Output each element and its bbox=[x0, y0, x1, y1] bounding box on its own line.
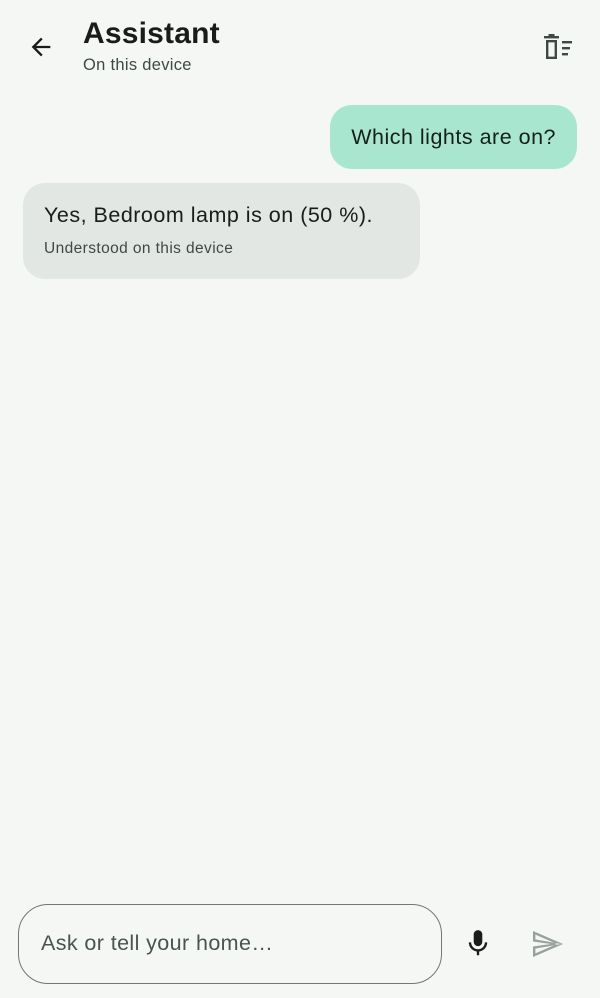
assistant-message-text: Yes, Bedroom lamp is on (50 %). bbox=[44, 203, 373, 227]
title-block: Assistant On this device bbox=[83, 16, 220, 76]
user-message-text: Which lights are on? bbox=[351, 124, 556, 149]
microphone-icon bbox=[468, 930, 488, 956]
user-message-bubble: Which lights are on? bbox=[330, 105, 577, 169]
message-input-field[interactable] bbox=[18, 904, 442, 984]
back-button[interactable] bbox=[17, 25, 65, 69]
assistant-message-meta: Understood on this device bbox=[44, 240, 234, 257]
conversation-list[interactable]: Which lights are on? Yes, Bedroom lamp i… bbox=[0, 92, 600, 882]
voice-input-button[interactable] bbox=[456, 920, 500, 968]
top-app-bar: Assistant On this device bbox=[0, 0, 600, 92]
assistant-message-bubble: Yes, Bedroom lamp is on (50 %). Understo… bbox=[23, 183, 420, 279]
send-icon bbox=[533, 931, 563, 957]
send-button[interactable] bbox=[524, 920, 572, 968]
message-input[interactable] bbox=[41, 905, 421, 982]
page-subtitle: On this device bbox=[83, 56, 192, 74]
clear-all-icon bbox=[544, 34, 572, 59]
clear-conversation-button[interactable] bbox=[534, 26, 582, 70]
page-title: Assistant bbox=[83, 17, 220, 50]
arrow-back-icon bbox=[31, 37, 51, 57]
composer-bar bbox=[0, 890, 600, 998]
